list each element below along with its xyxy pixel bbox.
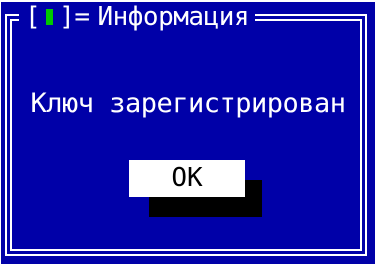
close-bracket-open: [ <box>25 2 41 32</box>
dialog-titlebar: [ ] = Информация <box>19 2 256 32</box>
dialog-message: Ключ зарегистрирован <box>30 88 346 119</box>
close-button[interactable]: [ ] <box>25 2 75 32</box>
title-separator: = <box>74 2 90 32</box>
close-bracket-close: ] <box>59 2 75 32</box>
dialog-title: Информация <box>97 2 250 32</box>
close-icon <box>46 9 54 25</box>
ok-button[interactable]: OK <box>129 160 245 197</box>
screen: [ ] = Информация Ключ зарегистрирован OK <box>0 0 377 267</box>
info-dialog: [ ] = Информация Ключ зарегистрирован OK <box>1 2 375 264</box>
